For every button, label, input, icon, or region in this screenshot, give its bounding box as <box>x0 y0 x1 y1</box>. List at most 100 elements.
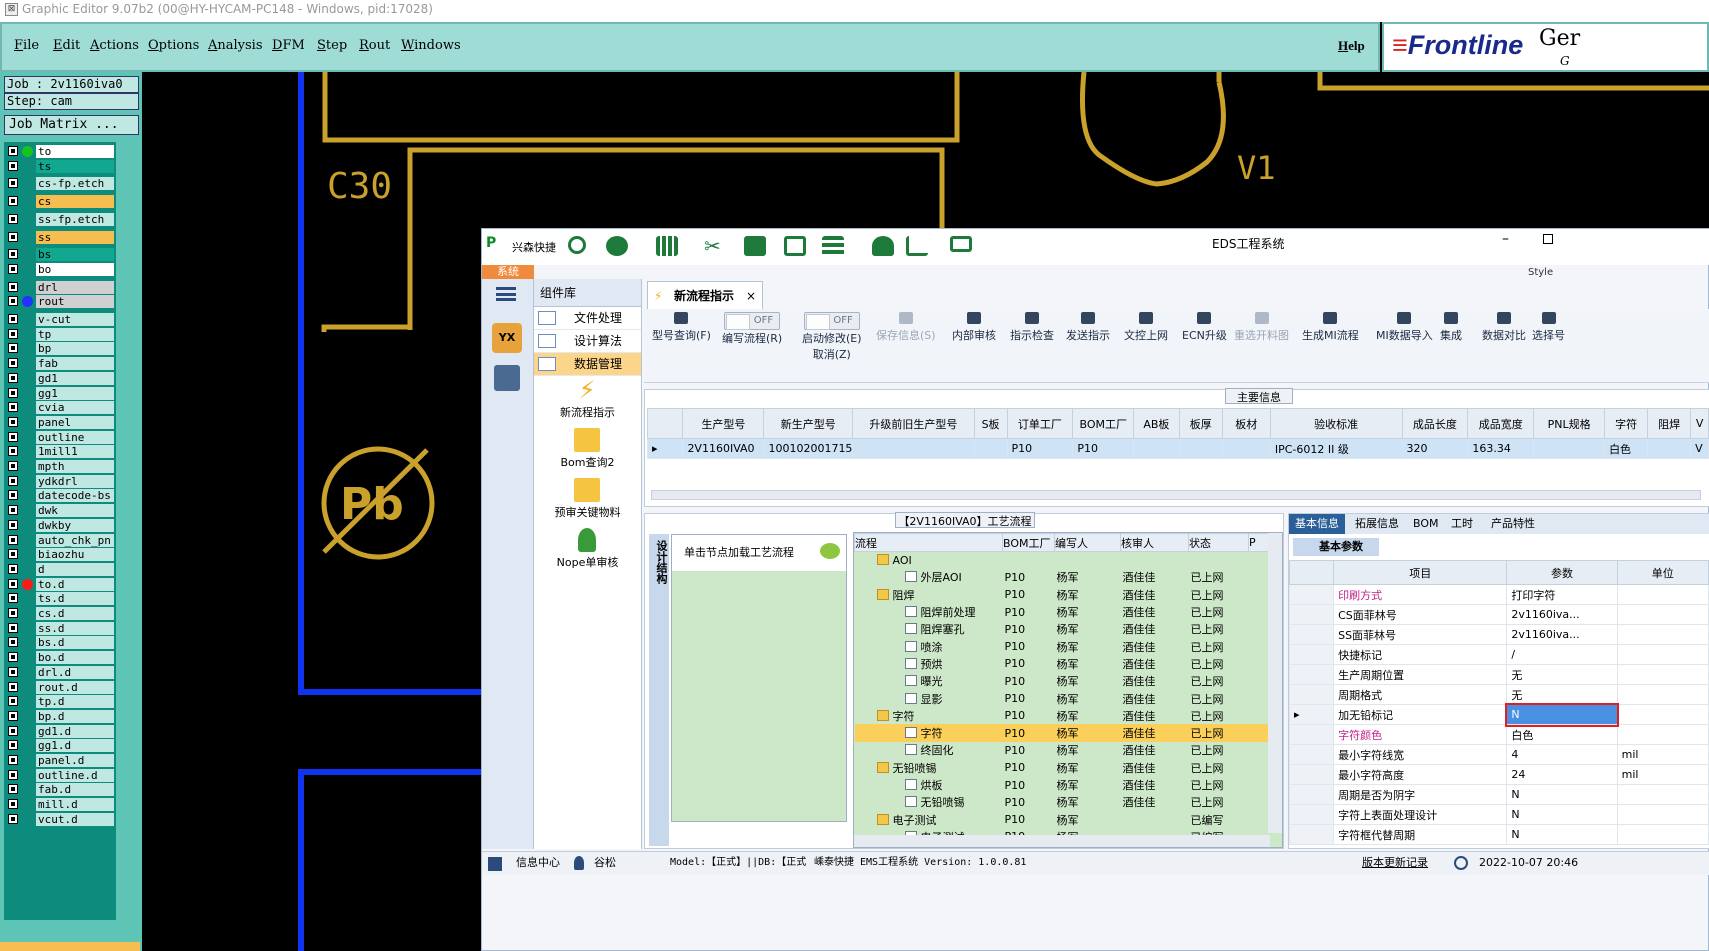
property-value[interactable]: N <box>1506 784 1618 805</box>
property-value[interactable]: 2v1160iva... <box>1506 604 1618 625</box>
layer-checkbox[interactable] <box>8 563 18 574</box>
menu-help[interactable]: Help <box>1338 38 1365 54</box>
layer-name[interactable]: drl.d <box>36 665 114 679</box>
ribbon-button[interactable]: 指示检查 <box>1010 312 1054 372</box>
layer-name[interactable]: auto_chk_pn <box>36 533 114 547</box>
table-cell[interactable] <box>1133 438 1180 459</box>
tree-row[interactable]: 阻焊塞孔 P10 杨军 酒佳佳 已上网 <box>855 621 1269 638</box>
layer-row[interactable]: to <box>6 145 114 158</box>
layer-name[interactable]: ydkdrl <box>36 474 114 488</box>
column-header[interactable]: 成品宽度 <box>1467 408 1535 439</box>
property-value[interactable]: N <box>1506 804 1618 825</box>
layer-name[interactable]: gd1 <box>36 371 114 385</box>
layer-checkbox[interactable] <box>8 740 18 751</box>
tree-row[interactable]: 喷涂 P10 杨军 酒佳佳 已上网 <box>855 638 1269 655</box>
layer-checkbox[interactable] <box>8 519 18 530</box>
ribbon-button[interactable]: 集成 <box>1440 312 1462 372</box>
table-cell[interactable] <box>973 438 1008 459</box>
ribbon-button[interactable]: 型号查询(F) <box>652 312 711 372</box>
layer-row[interactable]: datecode-bs <box>6 489 114 503</box>
layer-checkbox[interactable] <box>8 578 18 589</box>
horizontal-scrollbar[interactable] <box>854 835 1270 847</box>
minimize-button[interactable]: – <box>1502 231 1509 247</box>
tree-row[interactable]: 无铅喷锡 P10 杨军 酒佳佳 已上网 <box>855 794 1269 811</box>
layer-checkbox[interactable] <box>8 296 18 307</box>
monitor-icon[interactable] <box>950 236 972 252</box>
column-header[interactable]: 生产型号 <box>682 408 765 439</box>
layer-row[interactable]: v-cut <box>6 313 114 326</box>
property-value[interactable]: 24 <box>1506 764 1618 785</box>
layer-checkbox[interactable] <box>8 358 18 369</box>
vertical-scrollbar[interactable] <box>1268 533 1282 833</box>
column-header[interactable]: 参数 <box>1506 560 1618 585</box>
column-header[interactable]: 成品长度 <box>1401 408 1469 439</box>
layer-name[interactable]: to <box>36 145 114 158</box>
column-header[interactable]: 阻焊 <box>1647 408 1692 439</box>
column-header[interactable]: 板厚 <box>1178 408 1223 439</box>
layer-row[interactable]: drl.d <box>6 665 114 679</box>
ribbon-button[interactable]: 文控上网 <box>1124 312 1168 372</box>
calculator-icon[interactable] <box>494 365 520 391</box>
property-row[interactable]: CS面菲林号 2v1160iva... <box>1288 604 1709 625</box>
layer-name[interactable]: dwkby <box>36 518 114 532</box>
layer-row[interactable]: dwk <box>6 504 114 518</box>
layer-name[interactable]: fab <box>36 357 114 371</box>
menu-options[interactable]: Options <box>148 38 199 53</box>
layer-row[interactable]: ts <box>6 159 114 173</box>
nav-nope-audit[interactable]: Nope单审核 <box>534 526 641 576</box>
layer-name[interactable]: cs-fp.etch <box>36 177 114 191</box>
layer-row[interactable]: d <box>6 562 114 576</box>
layer-row[interactable]: tp.d <box>6 695 114 709</box>
nav-item-design[interactable]: 设计算法 <box>534 330 641 353</box>
ribbon-button[interactable]: OFF 启动修改(E) 取消(Z) <box>802 312 862 372</box>
property-value[interactable]: 打印字符 <box>1506 584 1618 605</box>
layer-name[interactable]: bo.d <box>36 651 114 665</box>
ribbon-button[interactable]: 数据对比 <box>1482 312 1526 372</box>
tree-row[interactable]: 无铅喷锡 P10 杨军 酒佳佳 已上网 <box>855 759 1269 776</box>
property-row[interactable]: 字符上表面处理设计 N <box>1288 804 1709 825</box>
column-header[interactable]: P <box>1248 533 1269 552</box>
column-header[interactable]: 升级前旧生产型号 <box>852 408 975 439</box>
horizontal-scrollbar[interactable] <box>651 490 1701 500</box>
layer-checkbox[interactable] <box>8 416 18 427</box>
layer-checkbox[interactable] <box>8 622 18 633</box>
property-row[interactable]: 最小字符线宽 4 mil <box>1288 744 1709 765</box>
layer-name[interactable]: gg1.d <box>36 739 114 753</box>
layer-name[interactable]: gg1 <box>36 386 114 400</box>
layer-row[interactable]: dwkby <box>6 518 114 532</box>
layer-name[interactable]: biaozhu <box>36 548 114 562</box>
off-toggle[interactable]: OFF <box>724 312 781 330</box>
layer-name[interactable]: ss <box>36 230 114 244</box>
table-cell[interactable]: P10 <box>1006 438 1074 459</box>
property-value[interactable]: 2v1160iva... <box>1506 624 1618 645</box>
column-header[interactable]: 状态 <box>1188 533 1249 552</box>
layer-checkbox[interactable] <box>8 769 18 780</box>
column-header[interactable]: 板材 <box>1221 408 1271 439</box>
layer-row[interactable]: panel <box>6 415 114 429</box>
tree-row[interactable]: 阻焊 P10 杨军 酒佳佳 已上网 <box>855 586 1269 603</box>
layer-name[interactable]: rout.d <box>36 680 114 694</box>
layer-row[interactable]: auto_chk_pn <box>6 533 114 547</box>
tree-row[interactable]: 电子测试 P10 杨军 已编写 <box>855 811 1269 828</box>
search-icon[interactable] <box>568 236 586 254</box>
column-header[interactable]: 流程 <box>854 533 1003 552</box>
copy-icon[interactable] <box>784 236 806 256</box>
ribbon-button[interactable]: 生成MI流程 <box>1302 312 1359 372</box>
table-cell[interactable] <box>1221 438 1271 459</box>
table-cell[interactable]: IPC-6012 II 级 <box>1269 438 1403 459</box>
tree-row[interactable]: 曝光 P10 杨军 酒佳佳 已上网 <box>855 673 1269 690</box>
layer-checkbox[interactable] <box>8 343 18 354</box>
layer-row[interactable]: bp <box>6 342 114 356</box>
property-row[interactable]: 字符颜色 白色 <box>1288 724 1709 745</box>
layer-name[interactable]: bs.d <box>36 636 114 650</box>
property-row[interactable]: 周期是否为阴字 N <box>1288 784 1709 805</box>
menu-actions[interactable]: Actions <box>90 38 139 53</box>
table-cell[interactable] <box>1178 438 1223 459</box>
layer-name[interactable]: cvia <box>36 401 114 415</box>
layer-checkbox[interactable] <box>8 431 18 442</box>
layer-row[interactable]: vcut.d <box>6 812 114 826</box>
tab-new-flow[interactable]: ⚡ 新流程指示 × <box>647 281 763 309</box>
layer-name[interactable]: v-cut <box>36 313 114 326</box>
layer-checkbox[interactable] <box>8 475 18 486</box>
layer-name[interactable]: ts <box>36 159 114 173</box>
